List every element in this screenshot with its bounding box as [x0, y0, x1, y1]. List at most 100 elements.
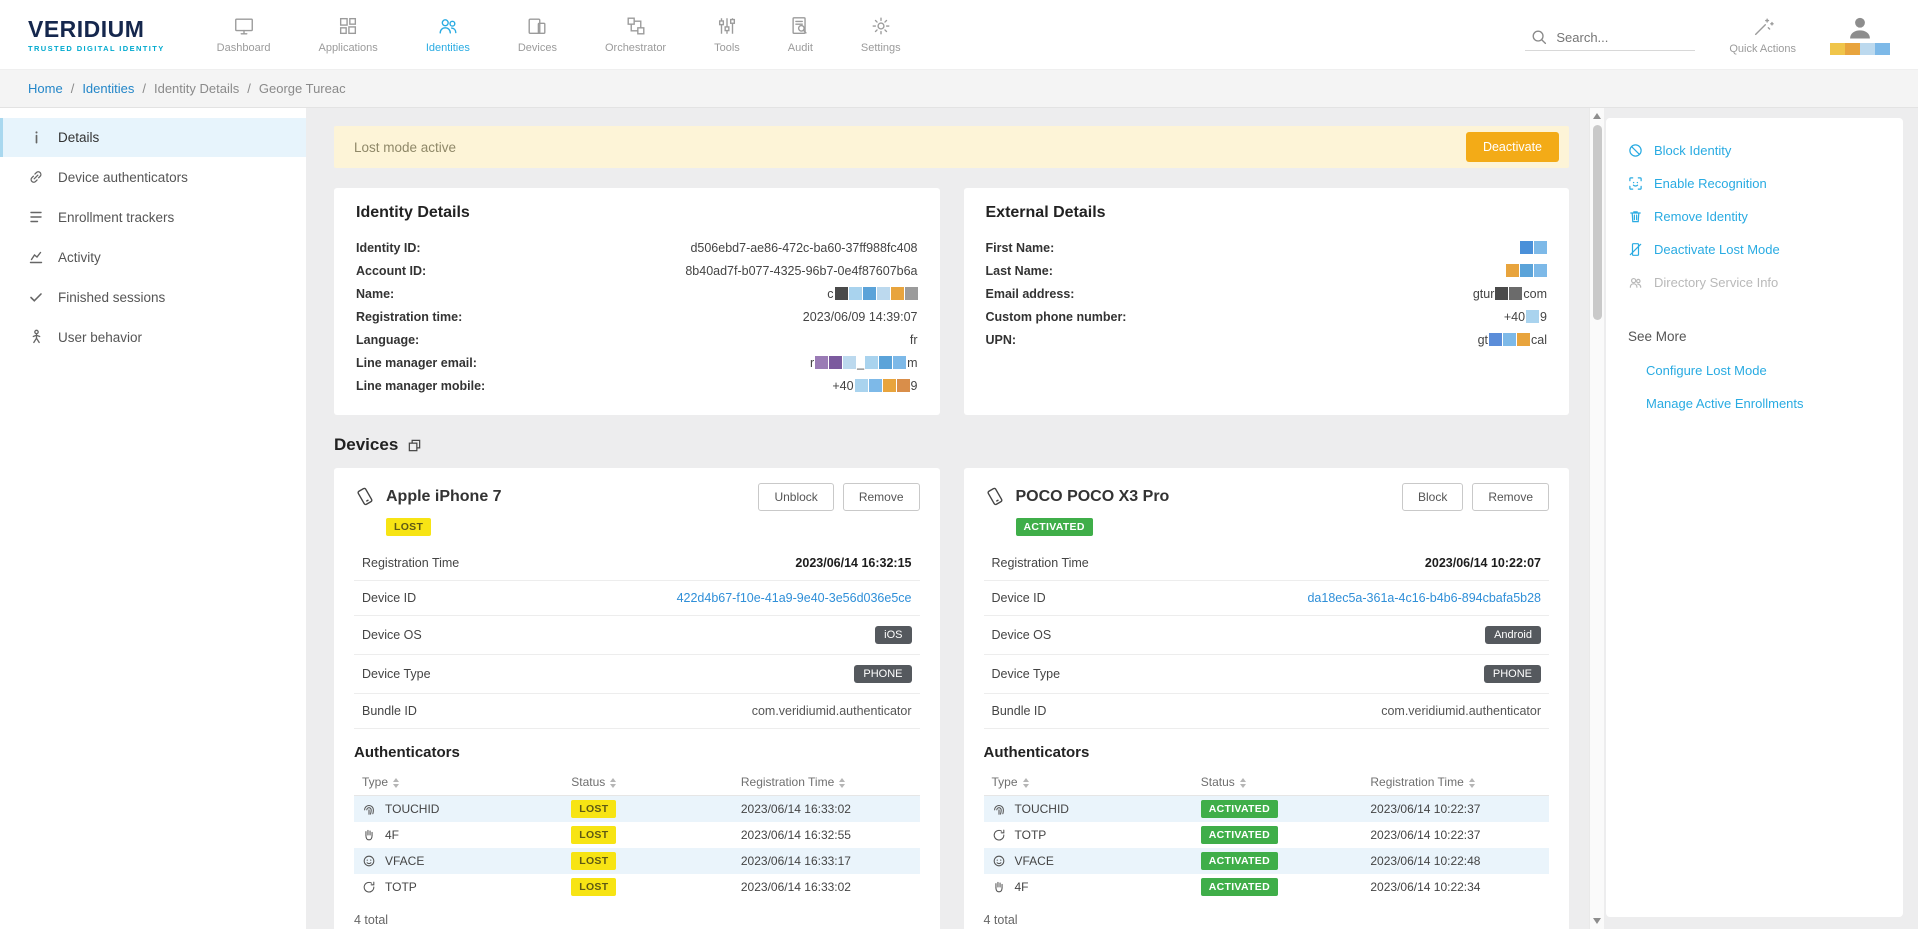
unblock-button[interactable]: Unblock [758, 483, 833, 511]
sidebar-item-device-authenticators[interactable]: Device authenticators [0, 157, 306, 197]
row-label: Bundle ID [362, 704, 417, 718]
auth-status-badge: LOST [571, 878, 616, 896]
device-os-badge: Android [1485, 626, 1541, 644]
authenticators-total: 4 total [984, 913, 1550, 927]
external-window-icon[interactable] [407, 438, 422, 453]
devices-section-header: Devices [334, 435, 1569, 455]
sidebar-item-activity[interactable]: Activity [0, 237, 306, 277]
device-buttons: Unblock Remove [758, 483, 919, 511]
auth-time: 2023/06/14 10:22:37 [1362, 796, 1549, 823]
nav-item-settings[interactable]: Settings [861, 15, 901, 54]
auth-row-touchid: TOUCHID ACTIVATED 2023/06/14 10:22:37 [984, 796, 1550, 823]
field-value-redacted: gtcal [1478, 333, 1547, 347]
device-name: POCO POCO X3 Pro [1016, 488, 1170, 506]
column-type[interactable]: Type [354, 769, 563, 796]
auth-time: 2023/06/14 16:33:02 [733, 874, 920, 900]
field-row-name: Name: c [356, 282, 918, 305]
nav-item-dashboard[interactable]: Dashboard [217, 15, 271, 54]
quick-actions-button[interactable]: Quick Actions [1729, 16, 1796, 55]
device-row-registration-time: Registration Time 2023/06/14 16:32:15 [354, 546, 920, 581]
authenticators-title: Authenticators [984, 744, 1550, 761]
field-label: Line manager mobile: [356, 379, 485, 393]
field-row-email-address: Email address: gturcom [986, 282, 1548, 305]
sidebar-item-enrollment-trackers[interactable]: Enrollment trackers [0, 197, 306, 237]
field-row-first-name: First Name: [986, 236, 1548, 259]
right-column: Block Identity Enable Recognition Remove… [1604, 108, 1918, 929]
device-card-poco-x3-pro: POCO POCO X3 Pro Block Remove ACTIVATED … [964, 468, 1570, 929]
veridium-admin-console: VERIDIUM TRUSTED DIGITAL IDENTITY Dashbo… [0, 0, 1918, 929]
link-manage-active-enrollments[interactable]: Manage Active Enrollments [1606, 387, 1903, 420]
grid-icon [337, 15, 359, 37]
device-detail-rows: Registration Time 2023/06/14 10:22:07 De… [984, 546, 1550, 729]
auth-row-4f: 4F LOST 2023/06/14 16:32:55 [354, 822, 920, 848]
device-header: POCO POCO X3 Pro Block Remove [984, 483, 1550, 511]
row-label: Device OS [992, 628, 1052, 642]
link-configure-lost-mode[interactable]: Configure Lost Mode [1606, 354, 1903, 387]
nav-item-devices[interactable]: Devices [518, 15, 557, 54]
phone-icon [984, 486, 1006, 508]
action-directory-service-info[interactable]: Directory Service Info [1606, 266, 1903, 299]
device-type-badge: PHONE [854, 665, 911, 683]
block-button[interactable]: Block [1402, 483, 1463, 511]
scroll-down-arrow-icon[interactable] [1593, 918, 1601, 924]
scrollbar-thumb[interactable] [1593, 125, 1602, 320]
remove-button[interactable]: Remove [843, 483, 920, 511]
user-avatar[interactable] [1830, 14, 1890, 55]
scroll-up-arrow-icon[interactable] [1593, 113, 1601, 119]
auth-status-badge: LOST [571, 826, 616, 844]
list-icon [27, 209, 45, 225]
field-label: Name: [356, 287, 394, 301]
sidebar-item-user-behavior[interactable]: User behavior [0, 317, 306, 357]
topnav-right-cluster: Quick Actions [1525, 14, 1890, 55]
device-id-link[interactable]: da18ec5a-361a-4c16-b4b6-894cbafa5b28 [1307, 591, 1541, 605]
fingerprint-icon [992, 802, 1006, 816]
action-block-identity[interactable]: Block Identity [1606, 134, 1903, 167]
search-input[interactable] [1556, 30, 1681, 45]
monitor-icon [233, 15, 255, 37]
breadcrumb-home[interactable]: Home [28, 81, 63, 96]
column-status[interactable]: Status [1193, 769, 1363, 796]
nav-item-tools[interactable]: Tools [714, 15, 740, 54]
face-icon [992, 854, 1006, 868]
sidebar-item-details[interactable]: Details [0, 118, 306, 157]
column-registration-time[interactable]: Registration Time [1362, 769, 1549, 796]
device-row-device-type: Device Type PHONE [984, 655, 1550, 694]
directory-icon [1628, 275, 1643, 290]
column-type[interactable]: Type [984, 769, 1193, 796]
sidebar-item-finished-sessions[interactable]: Finished sessions [0, 277, 306, 317]
people-icon [437, 15, 459, 37]
veridium-logo[interactable]: VERIDIUM TRUSTED DIGITAL IDENTITY [28, 16, 165, 53]
lost-mode-banner: Lost mode active Deactivate [334, 126, 1569, 168]
sort-icon [610, 778, 616, 788]
link-icon [27, 169, 45, 185]
nav-item-applications[interactable]: Applications [318, 15, 377, 54]
orchestrator-icon [625, 15, 647, 37]
gear-icon [870, 15, 892, 37]
deactivate-button[interactable]: Deactivate [1466, 132, 1559, 162]
breadcrumb-identities[interactable]: Identities [82, 81, 134, 96]
see-more-heading: See More [1606, 299, 1903, 354]
nav-item-identities[interactable]: Identities [426, 15, 470, 54]
device-id-link[interactable]: 422d4b67-f10e-41a9-9e40-3e56d036e5ce [677, 591, 912, 605]
face-icon [362, 854, 376, 868]
remove-button[interactable]: Remove [1472, 483, 1549, 511]
nav-item-audit[interactable]: Audit [788, 15, 813, 54]
auth-time: 2023/06/14 10:22:48 [1362, 848, 1549, 874]
nav-label: Orchestrator [605, 42, 666, 54]
action-remove-identity[interactable]: Remove Identity [1606, 200, 1903, 233]
auth-type: TOTP [385, 880, 417, 894]
column-status[interactable]: Status [563, 769, 733, 796]
main-panel: Lost mode active Deactivate Identity Det… [306, 108, 1589, 929]
banner-text: Lost mode active [354, 140, 456, 155]
field-value-redacted: +409 [1504, 310, 1547, 324]
action-deactivate-lost-mode[interactable]: Deactivate Lost Mode [1606, 233, 1903, 266]
row-label: Device ID [362, 591, 416, 605]
nav-item-orchestrator[interactable]: Orchestrator [605, 15, 666, 54]
brand-tagline: TRUSTED DIGITAL IDENTITY [28, 44, 165, 53]
column-registration-time[interactable]: Registration Time [733, 769, 920, 796]
auth-row-touchid: TOUCHID LOST 2023/06/14 16:33:02 [354, 796, 920, 823]
auth-type: VFACE [385, 854, 424, 868]
action-enable-recognition[interactable]: Enable Recognition [1606, 167, 1903, 200]
info-icon [27, 130, 45, 145]
bundle-id-value: com.veridiumid.authenticator [1381, 704, 1541, 718]
